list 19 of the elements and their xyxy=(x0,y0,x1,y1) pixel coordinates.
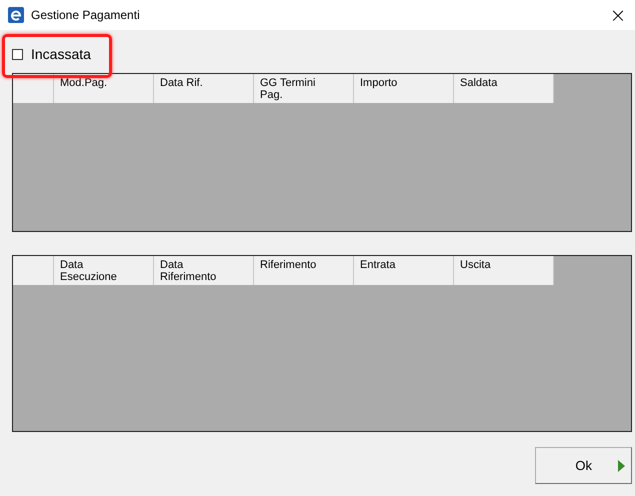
play-icon xyxy=(618,460,625,472)
data-grid[interactable]: Mod.Pag. Data Rif. GG Termini Pag. Importo Saldata xyxy=(12,73,632,232)
checkbox[interactable] xyxy=(12,48,23,60)
column-header[interactable]: Data Esecuzione xyxy=(54,256,154,285)
close-button[interactable]: × xyxy=(603,0,633,30)
column-header[interactable]: Uscita xyxy=(454,256,554,285)
data-grid[interactable]: Data Esecuzione Data Riferimento Riferimento Entrata Uscita xyxy=(12,255,632,432)
column-header[interactable]: Importo xyxy=(354,74,454,103)
column-header[interactable]: Saldata xyxy=(454,74,554,103)
window-title: Gestione Pagamenti xyxy=(31,8,141,22)
column-header[interactable]: GG Termini Pag. xyxy=(254,74,354,103)
column-header[interactable]: Data Riferimento xyxy=(154,256,254,285)
column-header[interactable]: Data Rif. xyxy=(154,74,254,103)
column-header[interactable]: Riferimento xyxy=(254,256,354,285)
ok-button[interactable]: Ok xyxy=(535,447,632,484)
column-header[interactable]: Entrata xyxy=(354,256,454,285)
checkbox-label[interactable]: Incassata xyxy=(31,46,91,62)
column-header[interactable]: Mod.Pag. xyxy=(54,74,154,103)
app-icon xyxy=(8,7,24,23)
